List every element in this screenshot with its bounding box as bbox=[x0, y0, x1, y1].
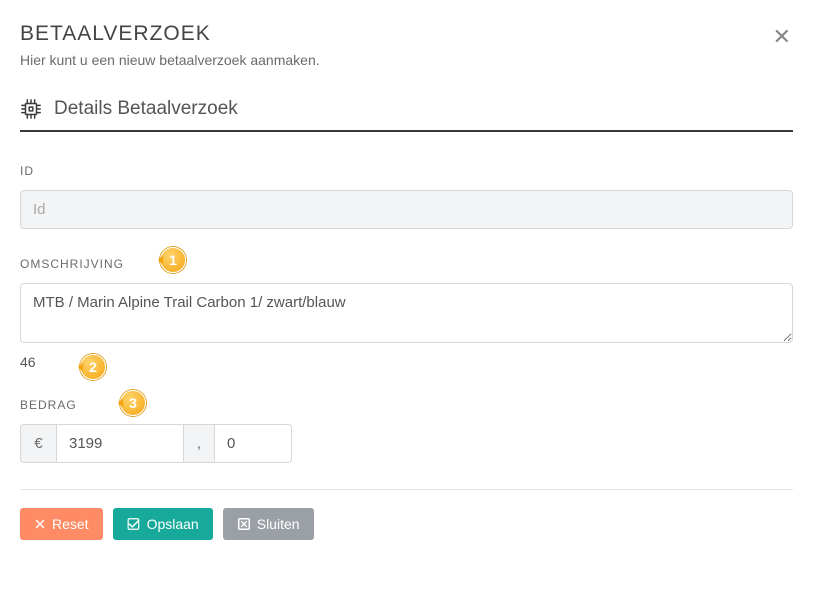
cpu-icon bbox=[20, 98, 42, 120]
save-button[interactable]: Opslaan bbox=[113, 508, 213, 540]
footer-divider bbox=[20, 489, 793, 490]
annotation-badge-2: 2 bbox=[80, 354, 106, 380]
close-button-label: Sluiten bbox=[257, 517, 300, 531]
reset-button-label: Reset bbox=[52, 517, 89, 531]
amount-cents-input[interactable] bbox=[214, 424, 292, 463]
description-input[interactable] bbox=[20, 283, 793, 343]
section-header: Details Betaalverzoek bbox=[20, 98, 793, 132]
amount-integer-input[interactable] bbox=[56, 424, 184, 463]
amount-input-group: € , bbox=[20, 424, 310, 463]
modal-title: BETAALVERZOEK bbox=[20, 22, 793, 46]
id-label: ID bbox=[20, 164, 34, 178]
close-icon[interactable]: ✕ bbox=[773, 26, 791, 48]
amount-decimal-separator: , bbox=[184, 424, 214, 463]
modal-subtitle: Hier kunt u een nieuw betaalverzoek aanm… bbox=[20, 52, 793, 68]
field-description: OMSCHRIJVING 1 46 2 bbox=[20, 255, 793, 370]
annotation-badge-3: 3 bbox=[120, 390, 146, 416]
reset-button[interactable]: Reset bbox=[20, 508, 103, 540]
description-label: OMSCHRIJVING bbox=[20, 257, 124, 271]
id-input bbox=[20, 190, 793, 229]
description-char-count: 46 bbox=[20, 354, 793, 370]
amount-label: BEDRAG bbox=[20, 398, 77, 412]
x-icon bbox=[34, 518, 46, 530]
check-square-icon bbox=[127, 517, 141, 531]
section-title: Details Betaalverzoek bbox=[54, 98, 238, 120]
save-button-label: Opslaan bbox=[147, 517, 199, 531]
annotation-badge-1: 1 bbox=[160, 247, 186, 273]
close-button[interactable]: Sluiten bbox=[223, 508, 314, 540]
field-amount: BEDRAG 3 € , bbox=[20, 396, 793, 463]
field-id: ID bbox=[20, 162, 793, 229]
x-square-icon bbox=[237, 517, 251, 531]
currency-symbol: € bbox=[20, 424, 56, 463]
